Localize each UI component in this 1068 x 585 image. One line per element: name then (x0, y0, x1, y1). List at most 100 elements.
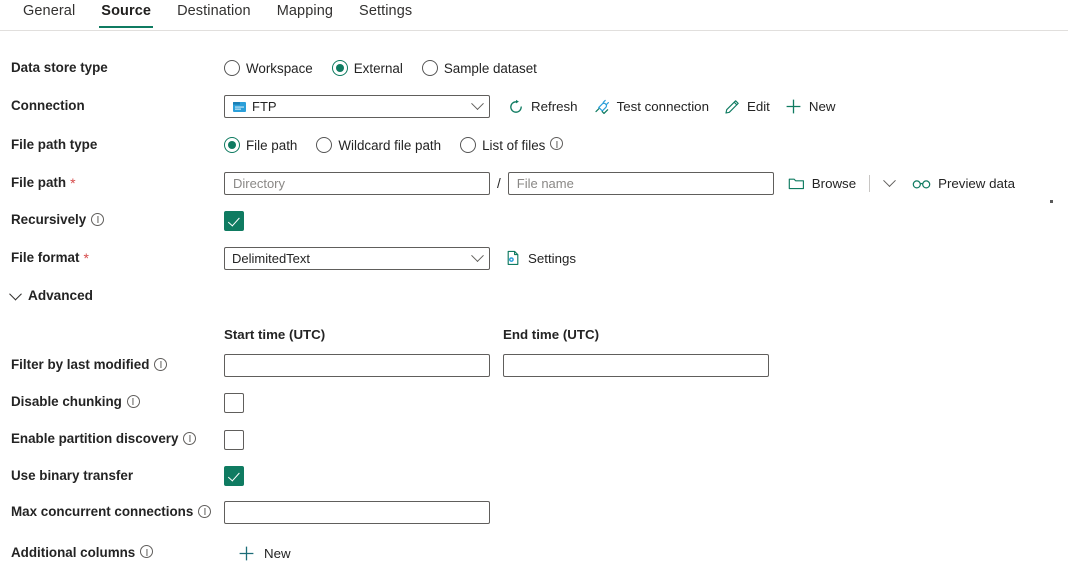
time-headers: Start time (UTC) End time (UTC) (224, 327, 599, 342)
row-advanced: Advanced (0, 277, 1068, 313)
label-enable-partition-discovery: Enable partition discovery (0, 431, 224, 448)
glasses-icon (912, 177, 931, 190)
label-filter-by-last-modified: Filter by last modified (0, 357, 224, 374)
disable-chunking-control (224, 392, 244, 413)
refresh-button[interactable]: Refresh (508, 99, 578, 115)
browse-label: Browse (811, 175, 857, 191)
row-additional-columns: Additional columns New (0, 531, 1068, 575)
chevron-down-icon (471, 97, 484, 111)
data-store-type-control: Workspace External Sample dataset (224, 60, 537, 76)
label-recursively-text: Recursively (11, 212, 87, 228)
file-format-settings-label: Settings (528, 250, 577, 266)
row-file-path-type: File path type File path Wildcard file p… (0, 126, 1068, 164)
file-name-input[interactable] (507, 171, 774, 195)
advanced-section-toggle[interactable]: Advanced (0, 287, 93, 303)
info-icon[interactable] (91, 212, 105, 226)
radio-workspace-label: Workspace (246, 60, 313, 76)
edit-label: Edit (746, 99, 770, 114)
radio-file-path[interactable]: File path (224, 137, 297, 153)
tab-settings[interactable]: Settings (346, 0, 425, 28)
command-divider (869, 174, 871, 192)
file-format-settings-button[interactable]: Settings (505, 250, 576, 266)
label-file-path-type: File path type (0, 137, 224, 153)
radio-list-of-files[interactable]: List of files (460, 137, 564, 153)
row-disable-chunking: Disable chunking (0, 384, 1068, 421)
info-icon[interactable] (126, 394, 140, 408)
label-use-binary-transfer: Use binary transfer (0, 468, 224, 484)
tab-source[interactable]: Source (88, 0, 164, 28)
tab-mapping[interactable]: Mapping (264, 0, 346, 28)
file-path-commands: Browse Preview data (788, 173, 1015, 192)
label-file-path-text: File path (11, 174, 67, 190)
radio-workspace-dot (224, 60, 240, 76)
radio-wildcard-file-path-dot (316, 137, 333, 153)
preview-data-button[interactable]: Preview data (912, 176, 1015, 191)
data-store-type-radio-group: Workspace External Sample dataset (224, 60, 537, 76)
refresh-icon (508, 99, 524, 115)
test-connection-button[interactable]: Test connection (593, 99, 709, 115)
radio-wildcard-file-path[interactable]: Wildcard file path (316, 137, 441, 153)
new-connection-button[interactable]: New (785, 98, 836, 115)
tab-bar: General Source Destination Mapping Setti… (0, 0, 1068, 31)
row-time-headers: Start time (UTC) End time (UTC) (0, 321, 1068, 347)
start-time-input[interactable] (224, 354, 490, 377)
required-asterisk: * (70, 174, 76, 191)
additional-columns-control: New (224, 545, 291, 562)
row-use-binary-transfer: Use binary transfer (0, 458, 1068, 494)
info-icon[interactable] (550, 137, 564, 150)
advanced-label: Advanced (28, 287, 93, 303)
plus-icon (785, 98, 802, 115)
start-time-header: Start time (UTC) (224, 326, 326, 342)
row-max-concurrent-connections: Max concurrent connections (0, 494, 1068, 531)
recursively-checkbox[interactable] (224, 210, 244, 231)
file-path-type-radio-group: File path Wildcard file path List of fil… (224, 137, 564, 153)
radio-wildcard-file-path-label: Wildcard file path (338, 137, 442, 153)
info-icon[interactable] (198, 504, 212, 518)
radio-sample-dataset-label: Sample dataset (443, 60, 537, 76)
label-file-format-text: File format (11, 249, 80, 265)
row-recursively: Recursively (0, 202, 1068, 239)
end-time-input[interactable] (503, 354, 769, 377)
additional-columns-new-button[interactable]: New (238, 545, 291, 562)
path-separator: / (497, 175, 501, 191)
label-additional-columns-text: Additional columns (11, 544, 136, 560)
row-file-path: File path * / Browse (0, 164, 1068, 202)
browse-button[interactable]: Browse (788, 176, 856, 191)
row-filter-by-last-modified: Filter by last modified (0, 347, 1068, 384)
chevron-down-icon (471, 248, 484, 262)
info-icon[interactable] (154, 357, 168, 371)
directory-input[interactable] (224, 171, 490, 195)
connection-control: FTP Refresh Test connection Edit New (224, 95, 836, 118)
file-path-type-control: File path Wildcard file path List of fil… (224, 137, 564, 153)
refresh-label: Refresh (531, 99, 578, 114)
stray-dot-artifact (1050, 200, 1053, 203)
label-additional-columns: Additional columns (0, 545, 224, 561)
browse-dropdown-button[interactable] (883, 173, 896, 188)
info-icon[interactable] (140, 545, 154, 558)
radio-file-path-dot (224, 137, 240, 153)
label-file-path: File path * (0, 174, 224, 191)
radio-external-label: External (353, 60, 403, 76)
use-binary-transfer-checkbox[interactable] (224, 466, 244, 486)
connection-dropdown[interactable]: FTP (224, 95, 490, 118)
tab-general[interactable]: General (10, 0, 88, 28)
file-format-dropdown[interactable]: DelimitedText (224, 246, 490, 270)
edit-button[interactable]: Edit (724, 99, 770, 115)
radio-list-of-files-label: List of files (482, 137, 546, 153)
connection-commands: Refresh Test connection Edit New (508, 98, 836, 115)
radio-list-of-files-dot (460, 137, 477, 153)
radio-sample-dataset[interactable]: Sample dataset (421, 60, 537, 76)
label-connection: Connection (0, 98, 224, 114)
pencil-icon (724, 99, 740, 115)
enable-partition-discovery-checkbox[interactable] (224, 429, 244, 450)
source-form: Data store type Workspace External Sampl… (0, 49, 1068, 575)
label-recursively: Recursively (0, 212, 224, 229)
radio-workspace[interactable]: Workspace (224, 60, 313, 76)
max-concurrent-connections-input[interactable] (224, 501, 490, 524)
radio-external[interactable]: External (331, 60, 403, 76)
tab-destination[interactable]: Destination (164, 0, 264, 28)
row-connection: Connection FTP Refresh Test connection E… (0, 87, 1068, 126)
label-max-concurrent-connections-text: Max concurrent connections (11, 504, 194, 520)
info-icon[interactable] (183, 431, 197, 445)
disable-chunking-checkbox[interactable] (224, 392, 244, 413)
